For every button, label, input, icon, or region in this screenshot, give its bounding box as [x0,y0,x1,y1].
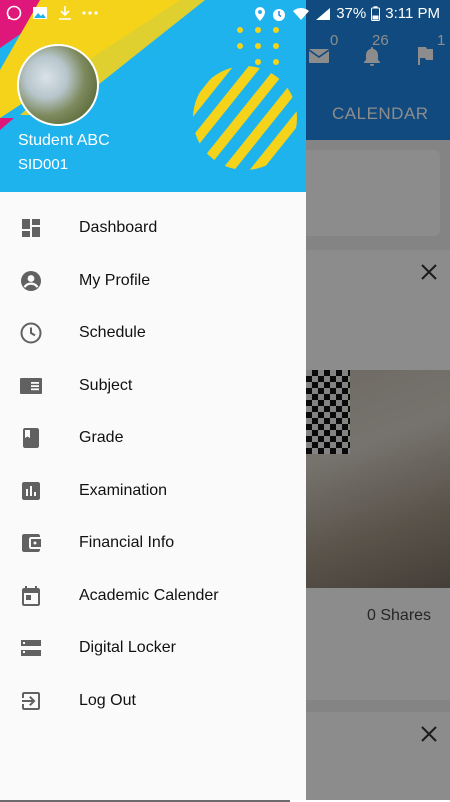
status-system: 37% 3:11 PM [254,5,440,22]
drawer-header: Student ABC SID001 [0,0,306,192]
storage-icon [21,640,41,657]
menu-label: Digital Locker [79,639,176,657]
menu-label: Subject [79,376,133,394]
logout-icon [22,691,40,710]
drawer-menu: Dashboard My Profile Schedule Subject Gr… [0,202,306,727]
wifi-icon [293,7,310,20]
clock-icon [20,322,42,344]
user-name: Student ABC [18,132,110,149]
signal-icon [316,7,331,20]
menu-item-financial-info[interactable]: Financial Info [0,517,306,570]
menu-label: Dashboard [79,219,158,237]
status-bar: 37% 3:11 PM [0,0,450,28]
menu-item-academic-calender[interactable]: Academic Calender [0,570,306,623]
user-id: SID001 [18,156,69,173]
calendar-icon [22,585,40,606]
location-icon [255,6,266,21]
navigation-drawer: Student ABC SID001 Dashboard My Profile … [0,0,306,800]
subject-icon [20,377,42,394]
battery-percent: 37% [336,5,367,22]
gallery-icon [33,7,47,19]
avatar[interactable] [17,44,99,126]
menu-label: Grade [79,429,124,447]
download-icon [59,6,71,20]
menu-item-dashboard[interactable]: Dashboard [0,202,306,255]
menu-item-subject[interactable]: Subject [0,360,306,413]
menu-item-log-out[interactable]: Log Out [0,675,306,728]
book-icon [23,428,39,449]
menu-label: Academic Calender [79,586,219,604]
menu-label: Schedule [79,324,146,342]
menu-item-grade[interactable]: Grade [0,412,306,465]
menu-label: Log Out [79,691,136,709]
menu-item-digital-locker[interactable]: Digital Locker [0,622,306,675]
battery-icon [371,6,381,21]
menu-item-my-profile[interactable]: My Profile [0,255,306,308]
menu-label: Examination [79,481,168,499]
menu-item-examination[interactable]: Examination [0,465,306,518]
whatsapp-icon [6,5,22,21]
dashboard-icon [22,219,40,238]
alarm-icon [273,8,286,21]
menu-label: Financial Info [79,534,175,552]
clock-time: 3:11 PM [385,5,440,22]
status-notifications [6,5,98,21]
more-icon [82,11,98,15]
menu-label: My Profile [79,271,151,289]
account-circle-icon [21,270,41,291]
bar-chart-icon [22,481,40,500]
menu-item-schedule[interactable]: Schedule [0,307,306,360]
wallet-icon [22,534,41,553]
